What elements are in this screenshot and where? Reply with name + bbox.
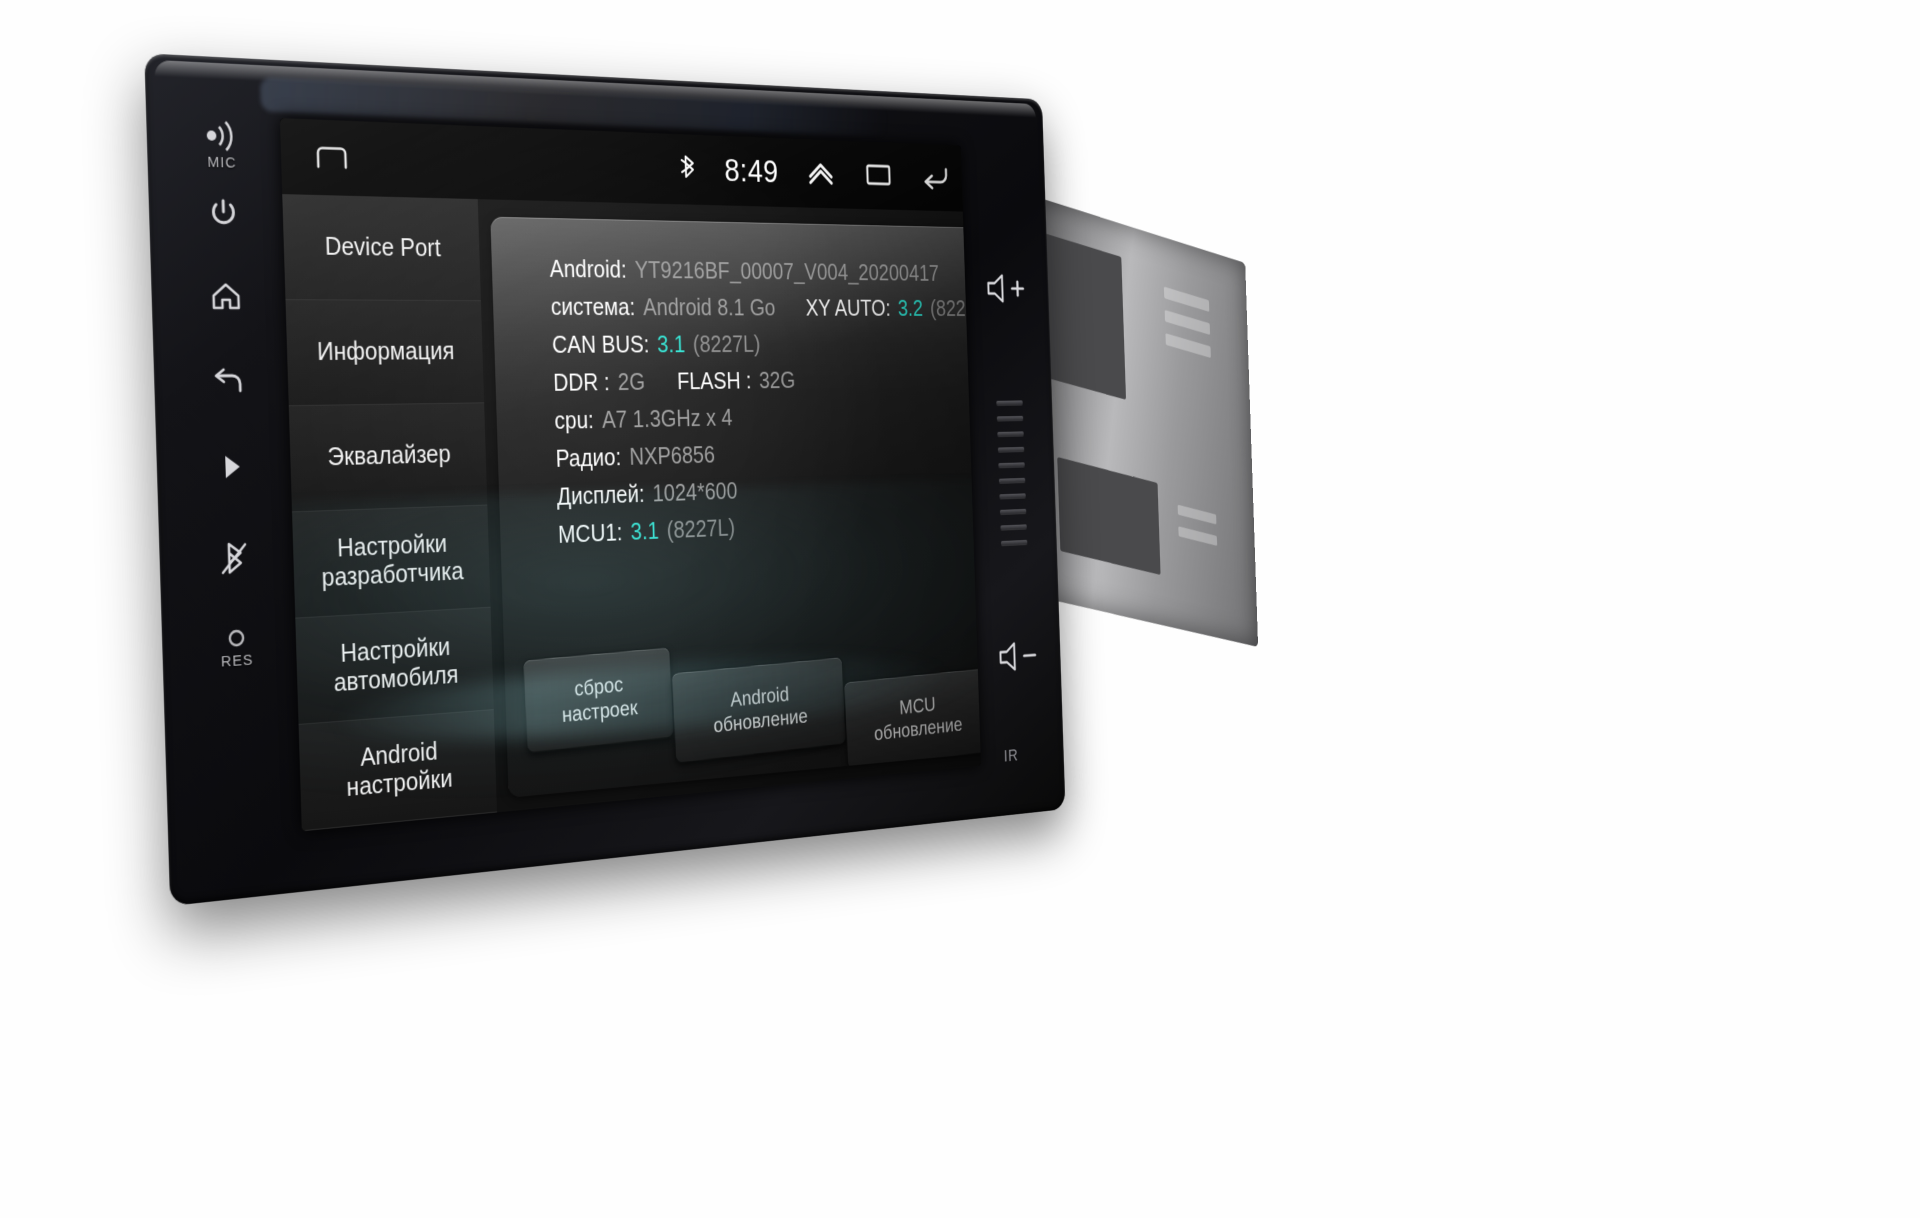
back-icon xyxy=(918,160,952,191)
volume-up-key[interactable] xyxy=(982,269,1029,307)
sidebar-item-developer-settings[interactable]: Настройки разработчика xyxy=(292,505,491,618)
mic-key[interactable]: MIC xyxy=(199,118,244,172)
info-value: YT9216BF_00007_V004_20200417 xyxy=(634,257,939,287)
sidebar-item-equalizer[interactable]: Эквалайзер xyxy=(289,403,488,512)
info-value: A7 1.3GHz x 4 xyxy=(602,405,733,434)
info-value: NXP6856 xyxy=(629,442,715,471)
volume-down-icon xyxy=(994,636,1041,677)
bezel-highlight xyxy=(154,60,1036,118)
sidebar-item-label: Device Port xyxy=(324,233,441,263)
sidebar-item-android-settings[interactable]: Android настройки xyxy=(299,710,497,831)
info-label: Дисплей: xyxy=(556,481,644,511)
info-value-flash: 32G xyxy=(759,368,796,395)
reset-key-label: RES xyxy=(221,651,254,670)
info-row-system: система: Android 8.1 Go XY AUTO: 3.2 (82… xyxy=(550,294,981,322)
home-outline-icon xyxy=(312,140,351,171)
left-hardware-keys: MIC RES xyxy=(167,111,294,848)
screenshot-root: MIC RES 8:49 Device Port Информация Эква… xyxy=(0,0,1920,1218)
factory-reset-button[interactable]: сброс настроек xyxy=(522,646,674,753)
play-triangle-icon xyxy=(216,450,246,483)
sidebar-item-label: Информация xyxy=(317,338,455,367)
home-key[interactable] xyxy=(208,278,243,313)
android-update-button[interactable]: Android обновление xyxy=(671,656,847,764)
volume-down-key[interactable] xyxy=(994,636,1041,677)
sidebar-item-label: Настройки автомобиля xyxy=(332,632,458,697)
info-label: CAN BUS: xyxy=(552,332,650,360)
action-button-row: сброс настроек Android обновление MCU об… xyxy=(505,640,981,769)
info-value-chip: (8227L) xyxy=(693,332,761,359)
sidebar-item-label: Настройки разработчика xyxy=(320,529,464,592)
statusbar-expand-button[interactable] xyxy=(804,156,838,192)
volume-ladder xyxy=(996,393,1027,552)
bluetooth-mute-icon xyxy=(217,537,251,579)
back-arrow-icon xyxy=(210,363,247,398)
sidebar-item-label: Android настройки xyxy=(345,736,453,802)
info-row-mcu1: MCU1: 3.1 (8227L) xyxy=(558,505,981,550)
info-row-cpu: cpu: A7 1.3GHz x 4 xyxy=(554,401,981,436)
mcu-update-button[interactable]: MCU обновление xyxy=(843,667,981,769)
button-label: Android обновление xyxy=(713,682,808,737)
right-hardware-keys xyxy=(972,269,1052,678)
info-label-flash: FLASH : xyxy=(677,368,752,395)
statusbar-clock: 8:49 xyxy=(724,152,779,190)
info-label: cpu: xyxy=(554,407,594,435)
statusbar-back-button[interactable] xyxy=(918,160,952,195)
home-icon xyxy=(208,278,243,313)
sidebar-item-information[interactable]: Информация xyxy=(285,300,484,406)
info-label: MCU1: xyxy=(558,520,623,550)
power-icon xyxy=(207,195,240,230)
car-head-unit: MIC RES 8:49 Device Port Информация Эква… xyxy=(144,53,1177,906)
info-row-ddr-flash: DDR : 2G FLASH : 32G xyxy=(553,366,981,397)
info-label: система: xyxy=(550,294,635,322)
info-value: 1024*600 xyxy=(652,478,738,508)
device-front-bezel: MIC RES 8:49 Device Port Информация Эква… xyxy=(144,53,1065,906)
info-value: 3.1 xyxy=(630,518,659,546)
reset-key[interactable]: RES xyxy=(220,626,254,671)
statusbar-recents-button[interactable] xyxy=(862,158,895,194)
button-label: MCU обновление xyxy=(874,693,963,745)
statusbar-home-button[interactable] xyxy=(312,140,351,176)
info-value: 3.1 xyxy=(657,332,686,359)
sidebar-item-car-settings[interactable]: Настройки автомобиля xyxy=(295,608,493,725)
info-value-chip: (8227L) xyxy=(666,515,735,545)
info-panel: Android: YT9216BF_00007_V004_20200417 си… xyxy=(490,217,981,798)
info-label: DDR : xyxy=(553,369,610,397)
sidebar-item-label: Эквалайзер xyxy=(327,441,451,473)
volume-up-icon xyxy=(982,269,1029,307)
sidebar-item-device-port[interactable]: Device Port xyxy=(282,194,481,301)
chevron-up-icon xyxy=(804,156,838,188)
info-value: Android 8.1 Go xyxy=(643,295,776,322)
power-key[interactable] xyxy=(207,195,240,230)
button-label: сброс настроек xyxy=(561,672,638,726)
info-label-xy-auto: XY AUTO: xyxy=(805,296,891,322)
settings-body: Device Port Информация Эквалайзер Настро… xyxy=(282,194,981,831)
back-key[interactable] xyxy=(210,363,247,398)
info-row-display: Дисплей: 1024*600 xyxy=(556,470,981,511)
settings-content: Android: YT9216BF_00007_V004_20200417 си… xyxy=(478,199,981,812)
lcd-screen: 8:49 Device Port Информация Эквалайзер Н… xyxy=(280,118,981,831)
mic-key-label: MIC xyxy=(207,154,237,172)
bluetooth-mute-key[interactable] xyxy=(217,537,251,579)
info-row-radio: Радио: NXP6856 xyxy=(555,435,981,473)
device-chassis xyxy=(1028,194,1258,647)
ir-receiver-label: IR xyxy=(1004,746,1019,766)
info-label: Радио: xyxy=(555,444,621,473)
play-key[interactable] xyxy=(216,450,246,483)
mic-icon xyxy=(199,118,244,154)
recents-icon xyxy=(862,158,895,189)
reset-hole-icon xyxy=(224,626,249,652)
bluetooth-status-icon xyxy=(680,151,699,188)
bluetooth-icon xyxy=(680,151,698,183)
info-row-android: Android: YT9216BF_00007_V004_20200417 xyxy=(549,256,981,288)
info-label: Android: xyxy=(549,256,627,284)
settings-sidebar: Device Port Информация Эквалайзер Настро… xyxy=(282,194,497,831)
info-value-xy-auto: 3.2 xyxy=(897,296,923,322)
info-row-can-bus: CAN BUS: 3.1 (8227L) xyxy=(552,332,981,360)
info-value: 2G xyxy=(618,369,646,396)
device-info-list: Android: YT9216BF_00007_V004_20200417 си… xyxy=(492,255,981,552)
